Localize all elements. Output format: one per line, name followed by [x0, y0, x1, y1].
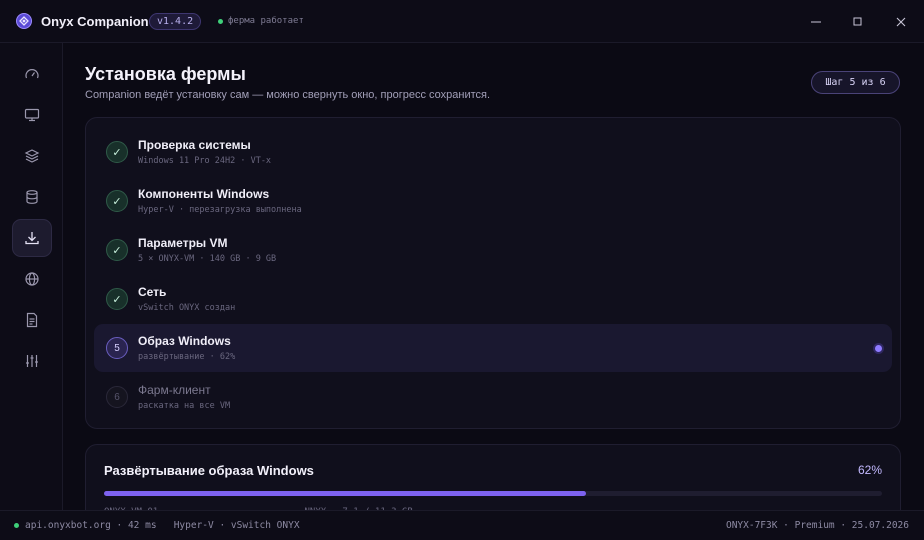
step-indicator-badge: Шаг 5 из 6 — [811, 71, 900, 94]
step-number-badge: 6 — [106, 386, 128, 408]
close-button[interactable] — [891, 12, 911, 32]
layers-icon — [24, 149, 40, 163]
deploy-progress-bar — [104, 491, 882, 496]
status-footer: api.onyxbot.org · 42 ms Hyper-V · vSwitc… — [0, 510, 924, 540]
sidebar-item-settings[interactable] — [12, 342, 52, 380]
version-badge: v1.4.2 — [149, 13, 202, 30]
step-number-badge: 5 — [106, 337, 128, 359]
step-item-windows-components[interactable]: ✓ Компоненты Windows Hyper-V · перезагру… — [94, 177, 892, 225]
connection-dot-icon — [14, 523, 19, 528]
install-steps-card: ✓ Проверка системы Windows 11 Pro 24H2 ·… — [85, 117, 901, 429]
step-detail: раскатка на все VM — [138, 401, 231, 411]
step-check-icon: ✓ — [106, 190, 128, 212]
onyx-logo-icon — [16, 13, 32, 29]
step-title: Образ Windows — [138, 334, 231, 348]
sidebar-item-dashboard[interactable] — [12, 56, 52, 94]
page-title: Установка фермы — [85, 64, 246, 84]
page-subtitle: Companion ведёт установку сам — можно св… — [85, 89, 491, 101]
sidebar-item-install[interactable] — [12, 219, 52, 257]
close-icon — [896, 17, 906, 27]
step-item-windows-image[interactable]: 5 Образ Windows развёртывание · 62% — [94, 324, 892, 372]
deploy-title: Развёртывание образа Windows — [104, 463, 314, 478]
step-detail: Hyper-V · перезагрузка выполнена — [138, 205, 302, 215]
sliders-icon — [26, 355, 38, 367]
step-detail: 5 × ONYX-VM · 140 GB · 9 GB — [138, 254, 277, 264]
step-check-icon: ✓ — [106, 141, 128, 163]
step-item-vm-params[interactable]: ✓ Параметры VM 5 × ONYX-VM · 140 GB · 9 … — [94, 226, 892, 274]
sidebar-item-logs[interactable] — [12, 301, 52, 339]
footer-license: ONYX-7F3K · Premium · 25.07.2026 — [725, 520, 909, 531]
step-item-network[interactable]: ✓ Сеть vSwitch ONYX создан — [94, 275, 892, 323]
status-dot-icon — [218, 18, 223, 24]
globe-icon — [25, 272, 39, 286]
step-title: Сеть — [138, 285, 167, 299]
sidebar-item-database[interactable] — [12, 178, 52, 216]
step-detail: развёртывание · 62% — [138, 352, 236, 362]
farm-status-text: ферма работает — [228, 16, 304, 26]
maximize-button[interactable] — [848, 12, 868, 32]
step-check-icon: ✓ — [106, 288, 128, 310]
monitor-icon — [24, 108, 40, 122]
download-icon — [25, 232, 39, 245]
file-icon — [26, 312, 38, 328]
sidebar-item-layers[interactable] — [12, 137, 52, 175]
step-detail: Windows 11 Pro 24H2 · VT-x — [138, 156, 272, 166]
step-item-system-check[interactable]: ✓ Проверка системы Windows 11 Pro 24H2 ·… — [94, 128, 892, 176]
deploy-percent: 62% — [857, 463, 882, 477]
maximize-icon — [853, 17, 862, 26]
sidebar-item-network[interactable] — [12, 260, 52, 298]
step-title: Параметры VM — [138, 236, 228, 250]
sidebar-item-monitor[interactable] — [12, 96, 52, 134]
deploy-progress-fill — [104, 491, 587, 496]
database-icon — [26, 190, 38, 204]
sidebar — [0, 43, 63, 510]
step-item-farm-client[interactable]: 6 Фарм-клиент раскатка на все VM — [94, 373, 892, 421]
gauge-icon — [25, 69, 39, 79]
step-title: Компоненты Windows — [138, 187, 270, 201]
step-check-icon: ✓ — [106, 239, 128, 261]
app-title: Onyx Companion — [41, 14, 149, 29]
active-indicator-icon — [875, 345, 882, 352]
title-bar: Onyx Companion v1.4.2 ферма работает — [0, 0, 924, 43]
footer-connection: api.onyxbot.org · 42 ms Hyper-V · vSwitc… — [14, 520, 300, 531]
farm-status: ферма работает — [218, 16, 304, 26]
minimize-icon — [811, 21, 821, 23]
minimize-button[interactable] — [806, 12, 826, 32]
step-title: Проверка системы — [138, 138, 251, 152]
footer-connection-text: api.onyxbot.org · 42 ms Hyper-V · vSwitc… — [25, 520, 300, 531]
step-detail: vSwitch ONYX создан — [138, 303, 236, 313]
step-title: Фарм-клиент — [138, 383, 211, 397]
